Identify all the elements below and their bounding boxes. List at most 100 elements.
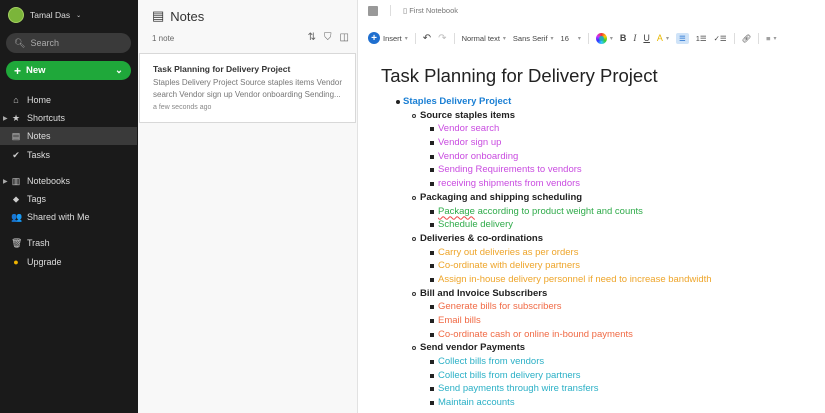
list-item-text[interactable]: Vendor sign up [438,137,501,148]
bullet-icon [430,182,434,187]
italic-icon[interactable]: I [633,33,636,43]
font-size-value: 16 [560,33,569,43]
expand-icon[interactable] [368,5,378,16]
list-item: Packaging and shipping scheduling [381,191,821,205]
list-item: Co-ordinate cash or online in-bound paym… [381,328,821,342]
sidebar-item-notes[interactable]: ▤ Notes [0,127,137,145]
sidebar-item-label: Notebooks [27,176,71,186]
list-item-text[interactable]: Sending Requirements to vendors [438,164,582,175]
list-item-text[interactable]: Vendor search [438,123,499,134]
search-icon: 🔍︎ [14,37,26,48]
font-value: Sans Serif [512,33,548,43]
font-size-dropdown[interactable]: 16 ▾ [561,34,581,43]
new-button[interactable]: + New ⌄ [6,61,131,80]
account-menu[interactable]: Tamal Das ⌄ [8,7,81,23]
redo-icon[interactable]: ↷ [438,33,446,44]
insert-button[interactable]: + Insert ▾ [368,32,408,44]
bullet-icon [430,319,434,323]
sidebar-item-home[interactable]: ⌂ Home [0,91,137,109]
sidebar-item-notebooks[interactable]: ▶ ▥ Notebooks [0,172,137,190]
font-dropdown[interactable]: Sans Serif ▾ [513,34,554,43]
text-color-button[interactable]: ▾ [595,32,613,44]
list-item: Staples Delivery Project [381,95,821,109]
list-item-text[interactable]: Carry out deliveries as per orders [438,247,578,258]
list-item-text[interactable]: Package according to product weight and … [438,206,643,217]
list-item: Generate bills for subscribers [381,300,821,314]
sidebar-item-trash[interactable]: 🗑 Trash [0,234,137,252]
bullet-icon [396,100,400,104]
sidebar-item-shared-with-me[interactable]: 👥 Shared with Me [0,208,137,226]
list-item-text[interactable]: Vendor onboarding [438,151,518,162]
sidebar-item-tasks[interactable]: ✔ Tasks [0,146,137,164]
bullet-icon [430,387,434,392]
list-item-text[interactable]: Deliveries & co-ordinations [420,233,543,244]
bullet-icon [430,250,434,255]
list-item-text[interactable]: Collect bills from vendors [438,356,544,367]
list-item-text[interactable]: Generate bills for subscribers [438,301,562,312]
list-item-text[interactable]: Bill and Invoice Subscribers [420,288,547,299]
list-item: Email bills [381,314,821,328]
list-item-text[interactable]: Packaging and shipping scheduling [420,192,582,203]
undo-icon[interactable]: ↶ [423,33,431,44]
list-item-text[interactable]: Collect bills from delivery partners [438,370,581,381]
list-item-text[interactable]: receiving shipments from vendors [438,178,580,189]
list-item-text[interactable]: Email bills [438,315,481,326]
view-options-icon[interactable]: ◫ [340,32,349,43]
list-item-text[interactable]: Staples Delivery Project [403,96,511,107]
notes-icon: ▤ [11,130,21,141]
list-item-text[interactable]: Source staples items [420,110,515,121]
bullet-icon [430,373,434,378]
list-item: Schedule delivery [381,218,821,232]
filter-icon[interactable]: ⛉ [324,32,332,43]
sidebar-item-label: Notes [27,131,51,141]
bullet-icon [430,127,434,132]
chevron-down-icon[interactable]: ⌄ [115,65,123,76]
sidebar-item-tags[interactable]: ⬥ Tags [0,190,137,208]
link-icon[interactable]: 🔗︎ [742,34,752,43]
note-body[interactable]: Task Planning for Delivery Project Stapl… [381,65,821,410]
bullet-icon [430,305,434,310]
bullet-icon [412,195,416,200]
list-item: Deliveries & co-ordinations [381,232,821,246]
text-style-dropdown[interactable]: Normal text ▾ [462,34,506,43]
list-item-text[interactable]: Co-ordinate cash or online in-bound paym… [438,329,633,340]
underline-icon[interactable]: U [643,33,650,43]
align-button[interactable]: ≡ ▾ [766,34,776,43]
list-item-text[interactable]: Send vendor Payments [420,342,525,353]
note-card[interactable]: Task Planning for Delivery Project Stapl… [139,53,356,123]
misspelled-word[interactable]: Package [438,206,475,217]
list-item: Vendor sign up [381,136,821,150]
list-item-text[interactable]: Send payments through wire transfers [438,383,599,394]
upgrade-icon: ● [13,257,19,267]
checklist-icon[interactable]: ✓☰ [714,34,727,43]
list-item: Sending Requirements to vendors [381,163,821,177]
new-label: New [26,65,46,76]
list-item: Package according to product weight and … [381,205,821,219]
sidebar-item-label: Shared with Me [27,212,90,222]
bullet-icon [430,223,434,228]
sidebar-item-shortcuts[interactable]: ▶ ★ Shortcuts [0,109,137,127]
search-input[interactable]: 🔍︎ Search [6,33,131,53]
bullet-icon [430,141,434,146]
list-item-text[interactable]: Assign in-house delivery personnel if ne… [438,274,712,285]
note-title[interactable]: Task Planning for Delivery Project [381,65,821,87]
sidebar-item-upgrade[interactable]: ● Upgrade [0,253,137,271]
numbered-list-icon[interactable]: 1☰ [696,34,707,43]
list-item: Vendor onboarding [381,150,821,164]
bulleted-list-icon[interactable]: ☰ [675,32,689,44]
expand-caret-icon[interactable]: ▶ [3,115,8,122]
sidebar-item-label: Home [27,95,52,105]
list-item-text[interactable]: Schedule delivery [438,219,513,230]
expand-caret-icon[interactable]: ▶ [3,178,8,185]
sidebar-item-label: Upgrade [27,257,62,267]
bullet-icon [412,113,416,118]
list-item-text[interactable]: Co-ordinate with delivery partners [438,260,580,271]
bullet-icon [430,401,434,406]
list-item-text[interactable]: Maintain accounts [438,397,515,408]
notebook-breadcrumb[interactable]: ▯ First Notebook [403,6,458,15]
formatting-toolbar: + Insert ▾ ↶ ↷ Normal text ▾ Sans Serif ▾ 16… [368,30,777,46]
list-item: Carry out deliveries as per orders [381,246,821,260]
highlight-button[interactable]: A ▾ [657,33,669,43]
sort-icon[interactable]: ⇅ [308,32,316,43]
bold-icon[interactable]: B [620,33,627,43]
